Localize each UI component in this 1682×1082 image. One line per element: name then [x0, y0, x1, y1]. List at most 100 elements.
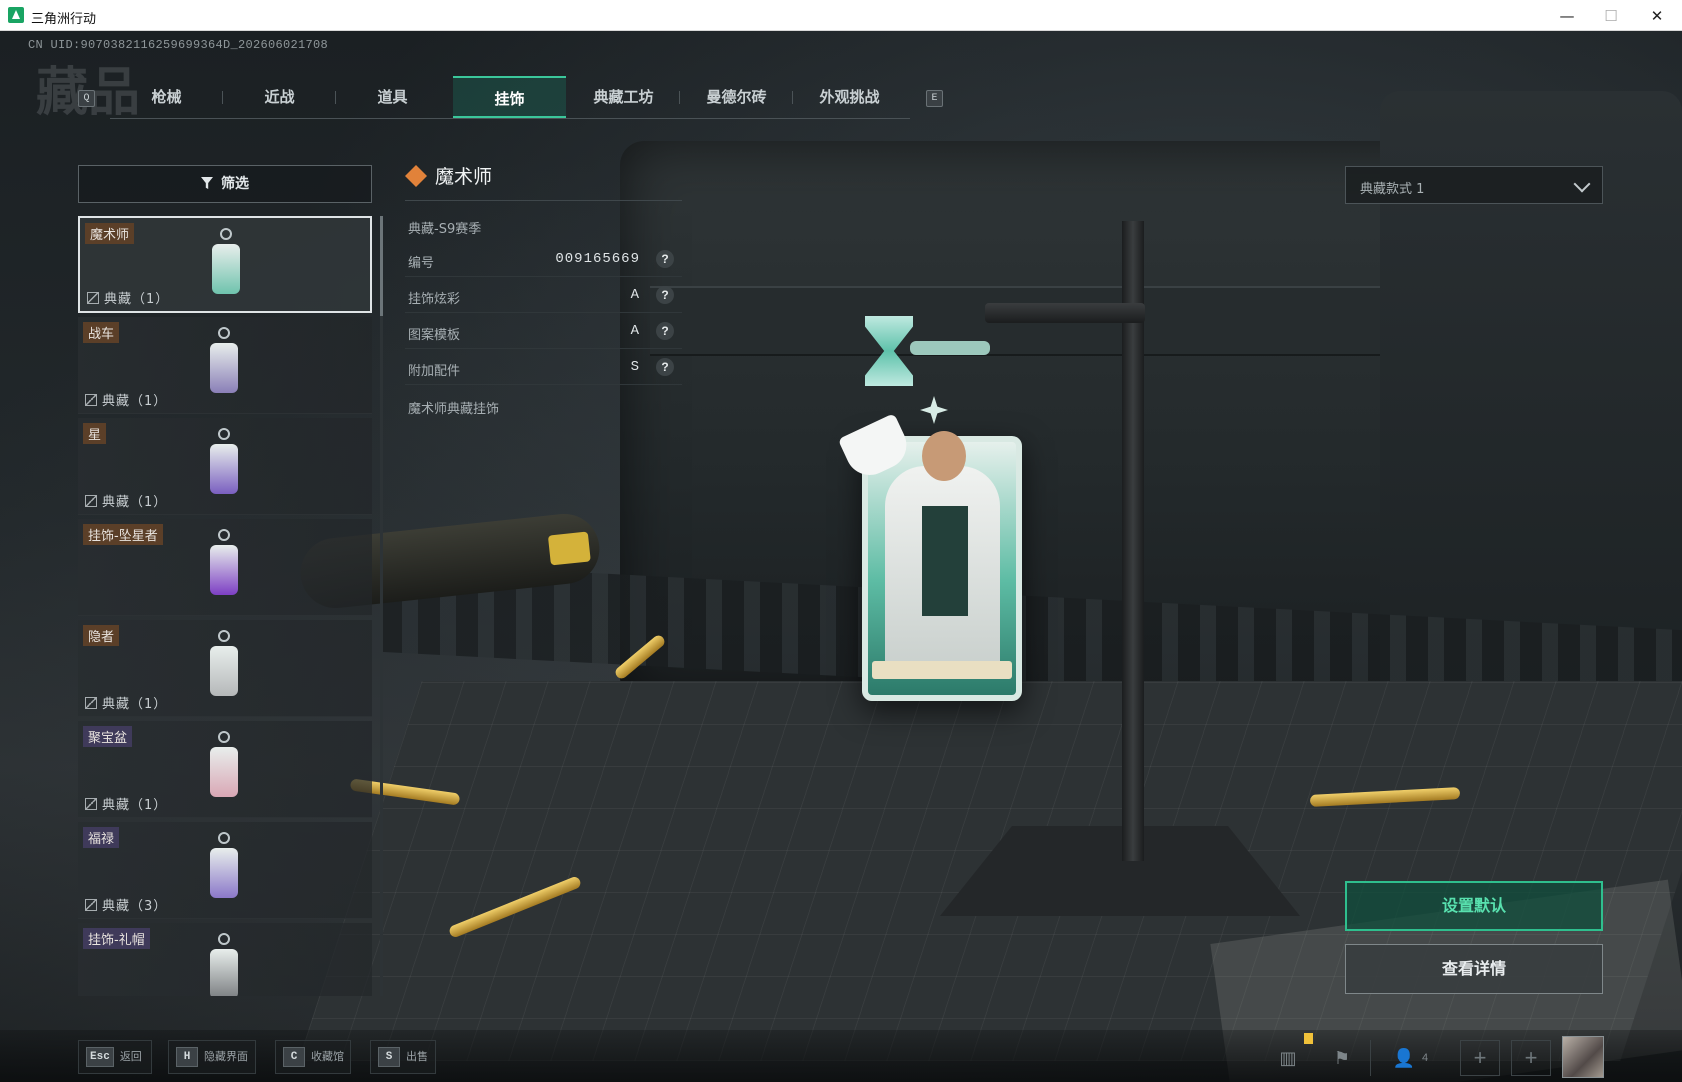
game-window: 三角洲行动 — ☐ ✕ CN UID:9070382116259699364D_…	[0, 0, 1682, 1082]
item-name-tag: 福禄	[83, 827, 120, 848]
tab-melee[interactable]: 近战	[223, 76, 336, 118]
prop-key: 挂饰炫彩	[408, 292, 461, 307]
filter-label: 筛选	[221, 176, 249, 192]
hotkey-sell-content: S 出售	[378, 1044, 428, 1072]
stats-icon[interactable]: ▥	[1268, 1043, 1308, 1073]
item-name-tag: 聚宝盆	[83, 726, 133, 747]
close-button[interactable]: ✕	[1640, 4, 1674, 28]
invite-slot-button[interactable]: +	[1511, 1040, 1551, 1076]
tab-workshop[interactable]: 典藏工坊	[567, 76, 680, 118]
list-scrollbar[interactable]	[380, 216, 383, 996]
filter-button[interactable]: 筛选	[78, 165, 372, 203]
charm-thumbnail	[204, 933, 244, 996]
help-icon[interactable]: ?	[656, 322, 674, 340]
hotkey-key: Esc	[86, 1047, 114, 1067]
flag-icon[interactable]: ⚑	[1322, 1043, 1362, 1073]
charm-ring-icon	[218, 327, 230, 339]
tab-next-key[interactable]: E	[926, 90, 943, 107]
window-title: 三角洲行动	[31, 11, 97, 26]
party-icon[interactable]: 👤	[1384, 1043, 1424, 1073]
help-icon[interactable]: ?	[656, 286, 674, 304]
prop-key: 附加配件	[408, 364, 461, 379]
list-item[interactable]: 魔术师 典藏（1）	[78, 216, 372, 313]
hotkey-label: 出售	[406, 1050, 428, 1063]
collection-count-text: 典藏（1）	[102, 798, 168, 813]
charm-ring-icon	[218, 933, 230, 945]
hotkey-label: 收藏馆	[311, 1050, 344, 1063]
item-name-tag: 星	[83, 423, 107, 444]
prop-value: 009165669	[555, 251, 640, 267]
collection-count-text: 典藏（1）	[104, 292, 170, 307]
charm-ring-icon	[218, 428, 230, 440]
charm-body	[210, 545, 238, 595]
list-item[interactable]: 星典藏（1）	[78, 418, 372, 515]
list-item[interactable]: 聚宝盆典藏（1）	[78, 721, 372, 818]
hotkey-hide-ui-content: H 隐藏界面	[176, 1044, 248, 1072]
notification-badge	[1304, 1033, 1313, 1044]
set-default-button[interactable]: 设置默认	[1345, 881, 1603, 931]
chevron-down-icon	[1573, 175, 1591, 193]
hotkey-key: S	[378, 1047, 400, 1067]
prop-value: S	[630, 359, 640, 375]
style-select[interactable]: 典藏款式 1	[1345, 166, 1603, 204]
list-scroll-thumb[interactable]	[380, 216, 383, 316]
invite-slot-button[interactable]: +	[1460, 1040, 1500, 1076]
prop-value: A	[630, 287, 640, 303]
hotkey-label: 返回	[119, 1050, 142, 1063]
item-name-tag: 战车	[83, 322, 120, 343]
prop-row-pattern: 图案模板 A ?	[405, 315, 682, 349]
tab-appearance-challenge[interactable]: 外观挑战	[793, 76, 906, 118]
collection-count-text: 典藏（1）	[102, 697, 168, 712]
charm-body	[210, 444, 238, 494]
tab-items[interactable]: 道具	[336, 76, 449, 118]
charm-thumbnail	[204, 630, 244, 702]
collection-count: 典藏（3）	[85, 895, 167, 914]
collection-count-text: 典藏（3）	[102, 899, 168, 914]
charm-ring-icon	[218, 529, 230, 541]
divider	[405, 200, 682, 201]
tab-prev-key[interactable]: Q	[78, 90, 95, 107]
charm-body	[210, 747, 238, 797]
app-logo-icon	[8, 7, 24, 23]
charm-body	[210, 343, 238, 393]
prop-key: 编号	[408, 256, 435, 271]
list-item[interactable]: 战车典藏（1）	[78, 317, 372, 414]
title-bar: 三角洲行动 — ☐ ✕	[0, 0, 1682, 31]
item-name-tag: 挂饰-坠星者	[83, 524, 163, 545]
maximize-button[interactable]: ☐	[1594, 4, 1628, 28]
category-tabs: 枪械 近战 道具 挂饰 典藏工坊 曼德尔砖 外观挑战	[110, 76, 910, 119]
tab-mandel-brick[interactable]: 曼德尔砖	[680, 76, 793, 118]
divider	[1370, 1040, 1371, 1076]
help-icon[interactable]: ?	[656, 250, 674, 268]
list-item[interactable]: 福禄典藏（3）	[78, 822, 372, 919]
tab-charms[interactable]: 挂饰	[453, 76, 566, 118]
list-item[interactable]: 挂饰-坠星者	[78, 519, 372, 616]
charm-thumbnail	[204, 529, 244, 601]
collection-count-text: 典藏（1）	[102, 495, 168, 510]
item-description: 魔术师典藏挂饰	[408, 402, 500, 417]
magician-charm-model[interactable]	[837, 316, 1030, 706]
tab-guns[interactable]: 枪械	[110, 76, 223, 118]
hotkey-back-content: Esc 返回	[86, 1044, 142, 1072]
collection-icon	[87, 292, 99, 304]
charm-list: 魔术师 典藏（1） 战车 典藏（1）星典藏（1） 挂饰-坠星者 隐者 典藏（1） 聚宝盆 典藏（…	[78, 216, 372, 996]
collection-count-text: 典藏（1）	[102, 394, 168, 409]
magician-vest	[922, 506, 968, 616]
prop-value: A	[630, 323, 640, 339]
list-item[interactable]: 挂饰-礼帽	[78, 923, 372, 996]
view-detail-button[interactable]: 查看详情	[1345, 944, 1603, 994]
help-icon[interactable]: ?	[656, 358, 674, 376]
prop-row-serial: 编号 009165669 ?	[405, 243, 682, 277]
list-item[interactable]: 隐者 典藏（1）	[78, 620, 372, 717]
collection-icon	[85, 899, 97, 911]
avatar[interactable]	[1562, 1036, 1604, 1078]
detail-title-text: 魔术师	[435, 166, 493, 188]
hourglass-ornament	[865, 316, 913, 386]
collection-icon	[85, 394, 97, 406]
item-name-tag: 挂饰-礼帽	[83, 928, 150, 949]
prop-row-color: 挂饰炫彩 A ?	[405, 279, 682, 313]
collection-icon	[85, 798, 97, 810]
minimize-button[interactable]: —	[1550, 4, 1584, 28]
charm-ring-icon	[218, 630, 230, 642]
hotkey-key: C	[283, 1047, 305, 1067]
